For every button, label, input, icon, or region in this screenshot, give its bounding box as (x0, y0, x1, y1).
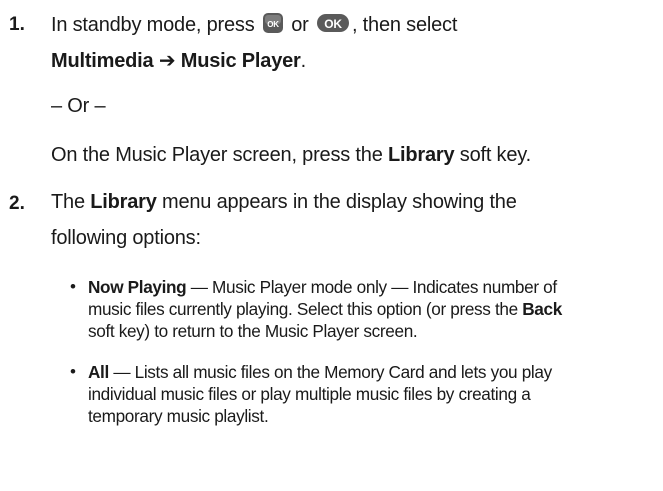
list-item-all: • All — Lists all music files on the Mem… (68, 361, 658, 427)
ok-key-label: OK (324, 17, 342, 31)
option-desc: — Music Player mode only — Indicates num… (186, 277, 557, 297)
or-separator: – Or – (51, 95, 106, 117)
path-multimedia: Multimedia (51, 50, 154, 72)
path-period: . (300, 50, 307, 72)
menu-path: Multimedia ➔ Music Player. (51, 48, 306, 73)
alt-instruction: On the Music Player screen, press the Li… (51, 144, 531, 167)
bullet-icon: • (70, 277, 76, 296)
options-list: • Now Playing — Music Player mode only —… (68, 276, 658, 427)
step-number: 1. (9, 14, 25, 35)
instruction-text: In standby mode, press (51, 14, 255, 36)
bullet-line: temporary music playlist. (88, 406, 269, 426)
or-text: or (291, 14, 309, 36)
bullet-line: All — Lists all music files on the Memor… (88, 361, 658, 383)
menu-ok-key-icon: OK (262, 12, 284, 40)
library-key-label: Library (388, 144, 455, 166)
list-item-now-playing: • Now Playing — Music Player mode only —… (68, 276, 658, 342)
step-2-pre: The (51, 191, 85, 213)
alt-pre: On the Music Player screen, press the (51, 144, 383, 166)
alt-post: soft key. (459, 144, 531, 166)
bullet-line: music files currently playing. Select th… (88, 298, 658, 320)
bullet-line: Now Playing — Music Player mode only — I… (88, 276, 658, 298)
bullet-line: individual music files or play multiple … (88, 384, 531, 404)
option-term: Now Playing (88, 277, 187, 297)
option-desc: music files currently playing. Select th… (88, 299, 523, 319)
step-2-instruction: The Library menu appears in the display … (51, 191, 517, 214)
arrow-icon: ➔ (158, 50, 176, 72)
bullet-line: soft key) to return to the Music Player … (88, 321, 418, 341)
then-select-text: , then select (351, 14, 458, 36)
step-number: 2. (9, 193, 25, 214)
step-2-line-2: following options: (51, 227, 201, 249)
bullet-icon: • (70, 362, 76, 381)
ok-key-icon: OK (316, 12, 350, 40)
step-2-post: menu appears in the display showing the (162, 191, 517, 213)
path-music-player: Music Player (180, 50, 301, 72)
step-1-instruction: In standby mode, press OK or OK , then s… (51, 12, 457, 40)
option-term: All (88, 362, 109, 382)
menu-key-label: OK (267, 20, 279, 29)
manual-page: 1. In standby mode, press OK or OK , the… (0, 0, 663, 491)
back-key-label: Back (522, 299, 562, 319)
option-desc: — Lists all music files on the Memory Ca… (108, 362, 552, 382)
library-menu-label: Library (90, 191, 157, 213)
